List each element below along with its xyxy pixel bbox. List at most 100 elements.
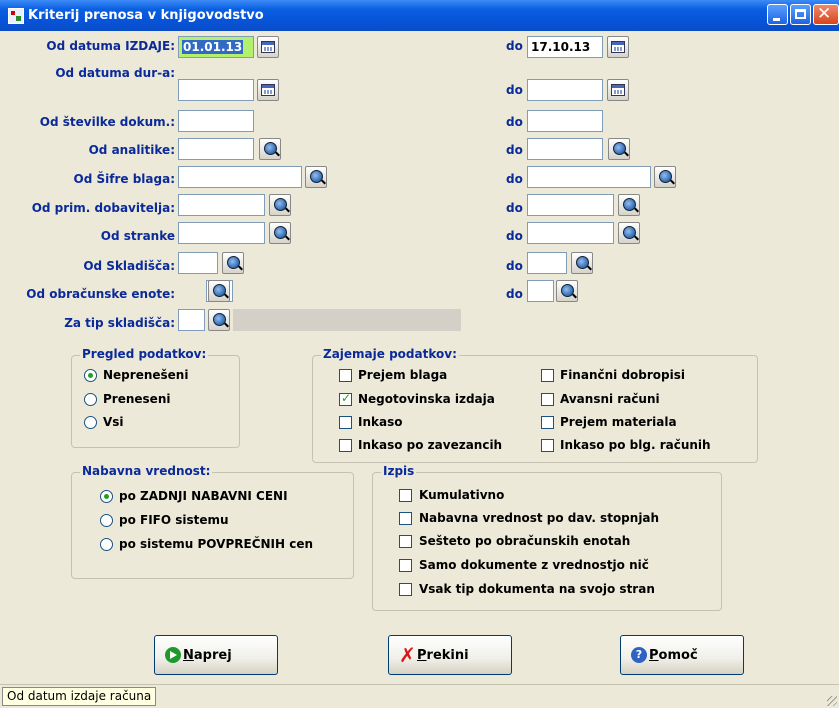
goods-code-from-input[interactable] <box>178 166 302 188</box>
to-label: do <box>506 39 523 53</box>
checkbox[interactable] <box>339 439 352 452</box>
checkbox[interactable] <box>399 583 412 596</box>
radio-button[interactable] <box>100 538 113 551</box>
doc-number-label: Od številke dokum.: <box>39 115 175 129</box>
calendar-icon <box>261 41 275 53</box>
help-button[interactable]: ? Pomoč <box>620 635 744 675</box>
maximize-icon <box>795 9 806 19</box>
doc-number-to-input[interactable] <box>527 110 603 132</box>
print-group-title: Izpis <box>381 464 417 478</box>
date-issue-from-calendar-button[interactable] <box>257 36 279 58</box>
accounting-unit-label: Od obračunske enote: <box>26 287 175 301</box>
review-group: Pregled podatkov: Neprenešeni Preneseni … <box>71 347 240 448</box>
radio-button[interactable] <box>100 514 113 527</box>
date-dur-to-calendar-button[interactable] <box>607 79 629 101</box>
dialog-body: Od datuma IZDAJE: 01.01.13 do 17.10.13 O… <box>0 31 839 684</box>
radio-button[interactable] <box>84 369 97 382</box>
warehouse-to-input[interactable] <box>527 252 567 274</box>
checkbox[interactable] <box>399 559 412 572</box>
radio-button[interactable] <box>84 393 97 406</box>
lookup-icon <box>274 226 287 239</box>
checkbox[interactable] <box>339 369 352 382</box>
warehouse-label: Od Skladišča: <box>83 259 175 273</box>
goods-code-from-lookup-button[interactable] <box>305 166 327 188</box>
accounting-unit-to-input[interactable] <box>527 280 554 302</box>
date-issue-from-input[interactable]: 01.01.13 <box>178 36 254 58</box>
analytics-label: Od analitike: <box>88 143 175 157</box>
analytics-from-lookup-button[interactable] <box>259 138 281 160</box>
calendar-icon <box>611 84 625 96</box>
next-button[interactable]: Naprej <box>154 635 278 675</box>
calendar-icon <box>261 84 275 96</box>
checkbox[interactable] <box>541 439 554 452</box>
maximize-button[interactable] <box>790 4 811 25</box>
to-label: do <box>506 115 523 129</box>
goods-code-to-lookup-button[interactable] <box>654 166 676 188</box>
lookup-icon <box>623 226 636 239</box>
analytics-from-input[interactable] <box>178 138 254 160</box>
lookup-icon <box>227 256 240 269</box>
analytics-to-input[interactable] <box>527 138 603 160</box>
warehouse-from-input[interactable] <box>178 252 218 274</box>
to-label: do <box>506 259 523 273</box>
customer-label: Od stranke <box>100 229 175 243</box>
lookup-icon <box>623 198 636 211</box>
lookup-icon <box>310 170 323 183</box>
checkbox[interactable] <box>541 369 554 382</box>
doc-number-from-input[interactable] <box>178 110 254 132</box>
lookup-icon <box>274 198 287 211</box>
checkbox[interactable] <box>399 535 412 548</box>
date-issue-to-input[interactable]: 17.10.13 <box>527 36 603 58</box>
close-icon: ✕ <box>817 4 832 24</box>
supplier-from-lookup-button[interactable] <box>269 194 291 216</box>
analytics-to-lookup-button[interactable] <box>608 138 630 160</box>
date-issue-to-calendar-button[interactable] <box>607 36 629 58</box>
checkbox[interactable] <box>541 416 554 429</box>
capture-group-title: Zajemaje podatkov: <box>321 347 459 361</box>
lookup-icon <box>561 284 574 297</box>
warehouse-from-lookup-button[interactable] <box>222 252 244 274</box>
to-label: do <box>506 83 523 97</box>
checkbox[interactable] <box>399 489 412 502</box>
date-dur-to-input[interactable] <box>527 79 603 101</box>
supplier-to-input[interactable] <box>527 194 614 216</box>
checkbox[interactable] <box>541 393 554 406</box>
cancel-button[interactable]: ✗ Prekini <box>388 635 512 675</box>
supplier-from-input[interactable] <box>178 194 265 216</box>
lookup-icon <box>213 313 226 326</box>
customer-from-lookup-button[interactable] <box>269 222 291 244</box>
customer-to-input[interactable] <box>527 222 614 244</box>
arrow-right-icon <box>165 647 181 663</box>
goods-code-to-input[interactable] <box>527 166 651 188</box>
help-icon: ? <box>631 647 647 663</box>
accounting-unit-to-lookup-button[interactable] <box>556 280 578 302</box>
date-dur-from-input[interactable] <box>178 79 254 101</box>
window-title: Kriterij prenosa v knjigovodstvo <box>28 8 264 23</box>
warehouse-type-lookup-button[interactable] <box>208 309 230 331</box>
customer-from-input[interactable] <box>178 222 265 244</box>
resize-grip[interactable] <box>827 696 837 706</box>
lookup-icon <box>213 284 226 297</box>
radio-button[interactable] <box>84 416 97 429</box>
to-label: do <box>506 287 523 301</box>
supplier-to-lookup-button[interactable] <box>618 194 640 216</box>
accounting-unit-from-lookup-button[interactable] <box>208 280 230 302</box>
radio-button[interactable] <box>100 490 113 503</box>
customer-to-lookup-button[interactable] <box>618 222 640 244</box>
warehouse-to-lookup-button[interactable] <box>571 252 593 274</box>
minimize-button[interactable] <box>767 4 788 25</box>
capture-group: Zajemaje podatkov: Prejem blaga Negotovi… <box>312 347 758 463</box>
minimize-icon <box>773 18 780 21</box>
checkbox[interactable] <box>399 512 412 525</box>
print-group: Izpis Kumulativno Nabavna vrednost po da… <box>372 464 722 611</box>
to-label: do <box>506 143 523 157</box>
checkbox[interactable] <box>339 416 352 429</box>
lookup-icon <box>576 256 589 269</box>
checkbox[interactable] <box>339 391 352 406</box>
cancel-x-icon: ✗ <box>399 643 416 667</box>
date-dur-from-calendar-button[interactable] <box>257 79 279 101</box>
warehouse-type-input[interactable] <box>178 309 205 331</box>
close-button[interactable]: ✕ <box>813 4 839 25</box>
calendar-icon <box>611 41 625 53</box>
purchase-value-group-title: Nabavna vrednost: <box>80 464 213 478</box>
